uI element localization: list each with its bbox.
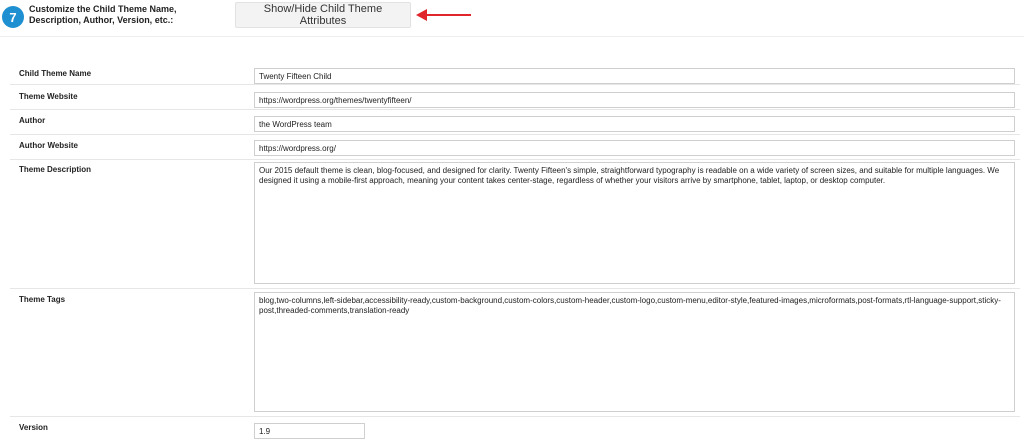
show-hide-attributes-button[interactable]: Show/Hide Child Theme Attributes xyxy=(235,2,411,28)
step-instruction: Customize the Child Theme Name, Descript… xyxy=(29,4,177,25)
version-input[interactable] xyxy=(254,423,365,439)
section-divider xyxy=(0,36,1024,37)
theme-description-label: Theme Description xyxy=(19,165,92,174)
version-label: Version xyxy=(19,423,48,432)
theme-website-label: Theme Website xyxy=(19,92,78,101)
row-author: Author xyxy=(10,110,1020,135)
author-input[interactable] xyxy=(254,116,1015,132)
row-theme-description: Theme Description Our 2015 default theme… xyxy=(10,160,1020,289)
child-theme-name-label: Child Theme Name xyxy=(19,69,92,78)
row-version: Version xyxy=(10,417,1020,441)
theme-tags-textarea[interactable]: blog,two-columns,left-sidebar,accessibil… xyxy=(254,292,1015,412)
theme-tags-label: Theme Tags xyxy=(19,295,66,304)
child-theme-name-input[interactable] xyxy=(254,68,1015,84)
row-author-website: Author Website xyxy=(10,135,1020,160)
step-number-badge: 7 xyxy=(2,6,24,28)
author-website-label: Author Website xyxy=(19,141,78,150)
theme-description-textarea[interactable]: Our 2015 default theme is clean, blog-fo… xyxy=(254,162,1015,284)
author-website-input[interactable] xyxy=(254,140,1015,156)
row-child-theme-name: Child Theme Name xyxy=(10,60,1020,85)
theme-website-input[interactable] xyxy=(254,92,1015,108)
author-label: Author xyxy=(19,116,46,125)
row-theme-tags: Theme Tags blog,two-columns,left-sidebar… xyxy=(10,289,1020,417)
left-arrow-icon xyxy=(416,9,471,21)
row-theme-website: Theme Website xyxy=(10,85,1020,110)
